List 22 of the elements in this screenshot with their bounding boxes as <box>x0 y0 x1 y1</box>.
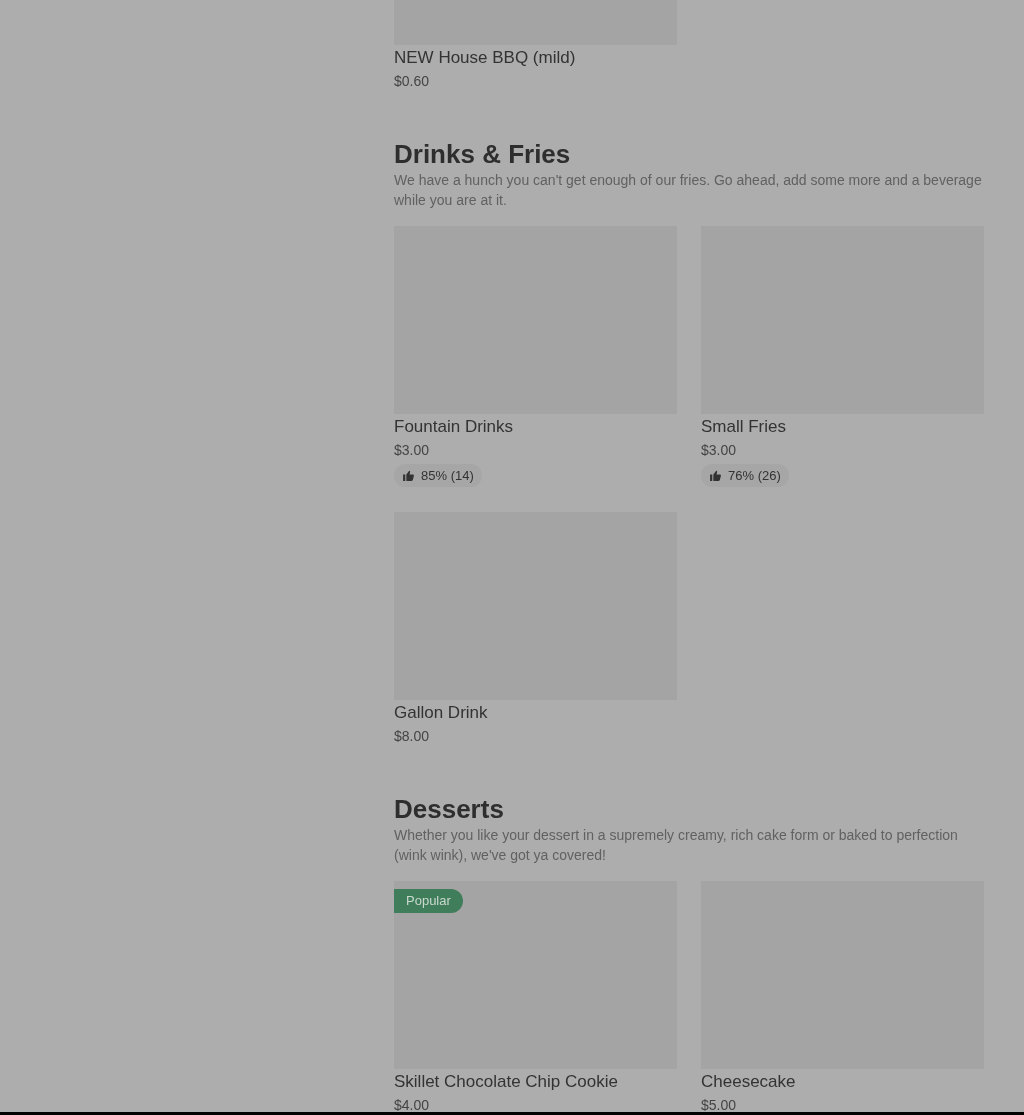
item-name: NEW House BBQ (mild) <box>394 47 576 69</box>
thumbs-up-icon <box>709 469 722 482</box>
item-price: $3.00 <box>701 441 737 460</box>
item-name: Cheesecake <box>701 1071 796 1093</box>
item-name: Small Fries <box>701 416 786 438</box>
section-description: We have a hunch you can't get enough of our fries. Go ahead, add some more and a beverage while you are at it. <box>394 171 983 210</box>
rating-pill: 85% (14) <box>394 464 482 487</box>
section-heading: Desserts <box>394 793 505 825</box>
item-price: $5.00 <box>701 1096 737 1112</box>
item-price: $0.60 <box>394 72 430 91</box>
thumbs-up-icon <box>402 469 415 482</box>
section-description: Whether you like your dessert in a supremely creamy, rich cake form or baked to perfection (wink wink), we've got ya covered! <box>394 826 959 865</box>
item-price: $3.00 <box>394 441 430 460</box>
item-name: Fountain Drinks <box>394 416 514 438</box>
item-name: Gallon Drink <box>394 702 488 724</box>
rating-pill: 76% (26) <box>701 464 789 487</box>
item-price: $4.00 <box>394 1096 430 1112</box>
image-placeholder[interactable]: Popular <box>394 881 677 1069</box>
item-name: Skillet Chocolate Chip Cookie <box>394 1071 618 1093</box>
popular-badge: Popular <box>394 889 463 913</box>
section-heading: Drinks & Fries <box>394 138 572 170</box>
item-price: $8.00 <box>394 727 430 746</box>
